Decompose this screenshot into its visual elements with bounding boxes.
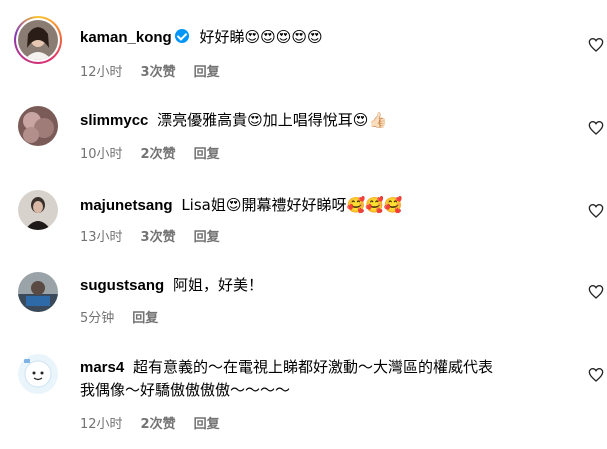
- like-count[interactable]: 2次赞: [141, 413, 176, 432]
- avatar[interactable]: [18, 272, 58, 312]
- reply-button[interactable]: 回复: [132, 307, 158, 326]
- heart-outline-icon[interactable]: [588, 37, 604, 53]
- comment-item: slimmycc 漂亮優雅高貴😍加上唱得悅耳😍👍🏻 10小时 2次赞 回复: [0, 90, 607, 175]
- heart-outline-icon[interactable]: [588, 284, 604, 300]
- comment-item: kaman_kong 好好睇😍😍😍😍😍 12小时 3次赞 回复: [0, 0, 607, 90]
- reply-button[interactable]: 回复: [194, 413, 220, 432]
- comment-time: 10小时: [80, 147, 123, 162]
- heart-outline-icon[interactable]: [588, 120, 604, 136]
- username[interactable]: kaman_kong: [80, 29, 172, 46]
- heart-outline-icon[interactable]: [588, 203, 604, 219]
- comment-text-line2: 我偶像～好驕傲傲傲傲～～～～: [80, 381, 291, 399]
- like-count[interactable]: 3次赞: [141, 226, 176, 245]
- username[interactable]: majunetsang: [80, 197, 173, 214]
- heart-outline-icon[interactable]: [588, 367, 604, 383]
- comment-item: mars4 超有意義的～在電視上睇都好激動～大灣區的權威代表 我偶像～好驕傲傲傲…: [0, 340, 607, 449]
- avatar[interactable]: [18, 190, 58, 230]
- comment-text-line1: 超有意義的～在電視上睇都好激動～大灣區的權威代表: [132, 358, 493, 376]
- comment-text: 漂亮優雅高貴😍加上唱得悅耳😍👍🏻: [157, 111, 388, 129]
- comment-time: 12小时: [80, 417, 123, 432]
- username[interactable]: mars4: [80, 359, 124, 376]
- like-count[interactable]: 3次赞: [141, 61, 176, 80]
- comment-item: sugustsang 阿姐，好美！ 5分钟 回复: [0, 260, 607, 340]
- comment-item: majunetsang Lisa姐😍開幕禮好好睇呀🥰🥰🥰 13小时 3次赞 回复: [0, 175, 607, 260]
- story-ring[interactable]: [14, 16, 62, 64]
- comment-time: 12小时: [80, 65, 123, 80]
- comment-text: 阿姐，好美！: [172, 276, 263, 294]
- comment-time: 13小时: [80, 230, 123, 245]
- comment-text: 好好睇😍😍😍😍😍: [199, 28, 323, 46]
- username[interactable]: sugustsang: [80, 277, 164, 294]
- username[interactable]: slimmycc: [80, 112, 148, 129]
- avatar[interactable]: [18, 354, 58, 394]
- avatar[interactable]: [18, 20, 58, 60]
- verified-badge-icon: [174, 29, 189, 43]
- reply-button[interactable]: 回复: [194, 226, 220, 245]
- like-count[interactable]: 2次赞: [141, 143, 176, 162]
- reply-button[interactable]: 回复: [194, 61, 220, 80]
- comment-text: Lisa姐😍開幕禮好好睇呀🥰🥰🥰: [181, 196, 403, 214]
- avatar[interactable]: [18, 106, 58, 146]
- reply-button[interactable]: 回复: [194, 143, 220, 162]
- comment-time: 5分钟: [80, 311, 115, 326]
